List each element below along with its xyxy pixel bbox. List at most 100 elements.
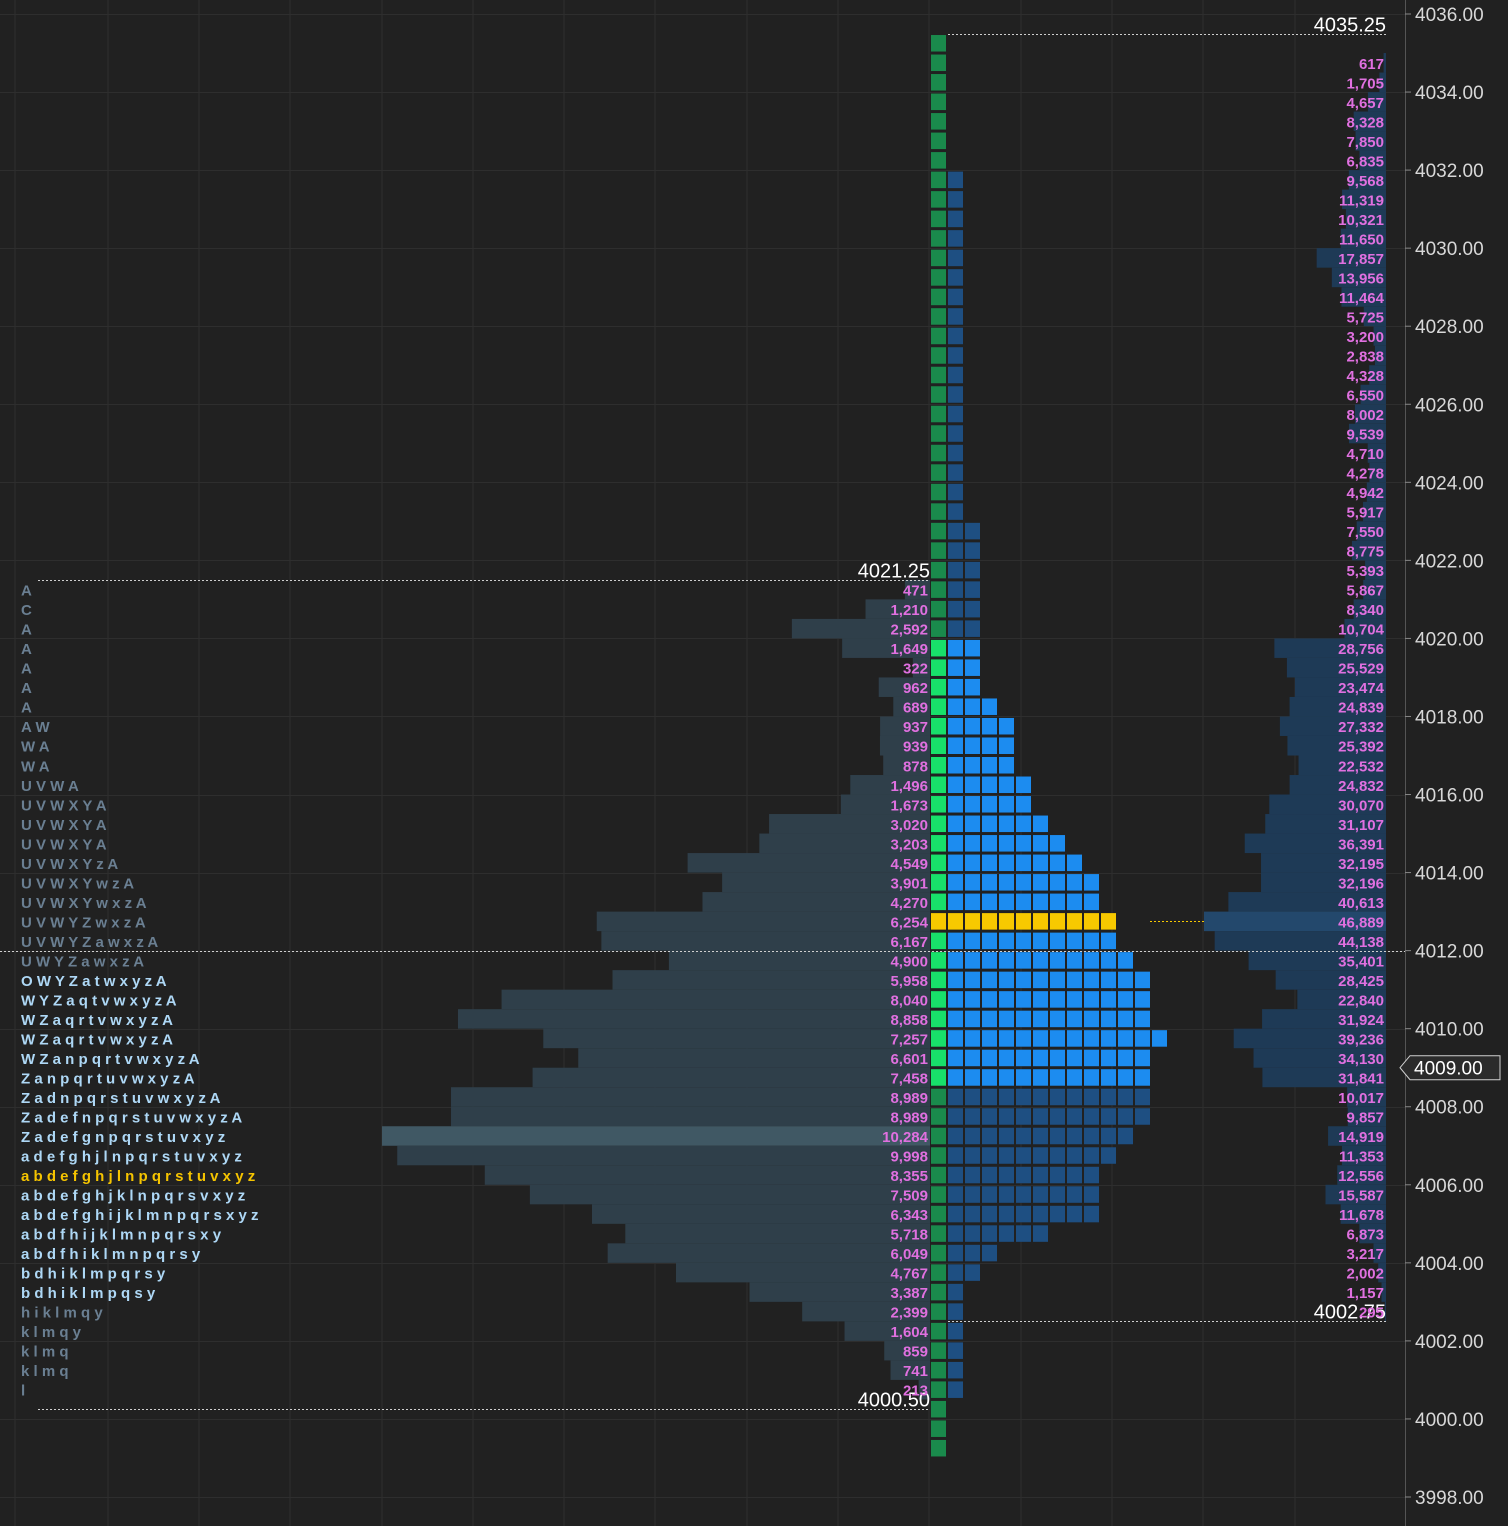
right-volume-labels: 617 1,705 4,657 8,328 7,850 6,835 9,568 11,319 1… [1338, 56, 1385, 1322]
tpo-block [1084, 1186, 1099, 1203]
left-volume-bar [592, 1204, 930, 1224]
tpo-block [948, 405, 963, 423]
tpo-letter-row: W Y Z a q t v w x y z A [21, 992, 177, 1009]
tpo-letter-row: U V W X Y w z A [21, 875, 134, 892]
tpo-block [1033, 854, 1048, 872]
tpo-block [948, 308, 963, 325]
right-volume-label: 11,650 [1339, 231, 1384, 248]
tpo-block [1033, 1225, 1048, 1242]
tpo-block-initial [931, 132, 946, 150]
tpo-block [948, 1049, 963, 1067]
tpo-block [1050, 991, 1065, 1008]
tpo-letter-row: Z a d e f n p q r s t u v w x y z A [21, 1109, 242, 1126]
tpo-block [999, 874, 1014, 891]
tpo-block-initial [931, 620, 946, 637]
tpo-letter-row: a d e f g h j l n p q r s t u v x y z [21, 1149, 242, 1166]
tpo-block [948, 483, 963, 501]
tpo-block [948, 659, 963, 676]
tpo-block [1050, 1186, 1065, 1203]
axis-tick-label: 4002.00 [1415, 1332, 1484, 1353]
tpo-letter-row: A [21, 641, 32, 658]
tpo-block [965, 542, 980, 559]
tpo-block [1050, 1049, 1065, 1067]
tpo-block [999, 796, 1014, 813]
right-volume-label: 24,832 [1338, 778, 1384, 795]
right-volume-label: 32,195 [1338, 856, 1384, 873]
tpo-letter-row: k l m q [21, 1344, 69, 1361]
tpo-letter-row: U V W X Y z A [21, 856, 118, 873]
tpo-block [1016, 1088, 1031, 1106]
tpo-letter-row: U W Y Z a w x z A [21, 953, 144, 970]
tpo-block-initial [931, 93, 946, 111]
tpo-block-initial [931, 1264, 946, 1281]
tpo-block-initial [931, 1049, 946, 1067]
tpo-block [1016, 1225, 1031, 1242]
tpo-letter-row: A [21, 622, 32, 639]
right-volume-label: 13,956 [1338, 270, 1384, 287]
tpo-block [982, 1049, 997, 1067]
tpo-block-initial [931, 698, 946, 715]
tpo-block-initial [931, 1147, 946, 1164]
tpo-block-initial [931, 210, 946, 228]
tpo-letter-row: U V W Y Z w x z A [21, 914, 146, 931]
right-volume-label: 14,919 [1338, 1129, 1384, 1146]
tpo-block [999, 1147, 1014, 1164]
right-volume-label: 5,393 [1346, 563, 1384, 580]
tpo-block [999, 1108, 1014, 1125]
tpo-block [999, 717, 1014, 735]
tpo-block [982, 952, 997, 969]
tpo-block [1118, 1108, 1133, 1125]
tpo-block [1084, 1147, 1099, 1164]
tpo-block [1101, 1127, 1116, 1145]
tpo-block [1118, 1127, 1133, 1145]
right-volume-label: 15,587 [1338, 1188, 1384, 1205]
tpo-letter-row: a b d e f g h j k l n p q r s v x y z [21, 1188, 245, 1205]
right-volume-label: 10,704 [1338, 622, 1385, 639]
left-volume-label: 7,257 [890, 1031, 928, 1048]
tpo-block [999, 991, 1014, 1008]
left-volume-label: 3,020 [890, 817, 928, 834]
right-volume-label: 9,568 [1346, 173, 1384, 190]
tpo-block [1050, 952, 1065, 969]
right-volume-label: 8,328 [1346, 114, 1384, 131]
tpo-block [965, 717, 980, 735]
tpo-block-initial [931, 347, 946, 364]
axis-tick-label: 4024.00 [1415, 473, 1484, 494]
tpo-block [965, 620, 980, 637]
tpo-letter-row: Z a d e f g n p q r s t u v x y z [21, 1129, 225, 1146]
tpo-block-initial [931, 757, 946, 774]
price-axis[interactable]: 4036.00 4034.00 4032.00 4030.00 4028.00 4026.… [1399, 5, 1501, 1509]
right-volume-label: 34,130 [1338, 1051, 1384, 1068]
tpo-block [948, 717, 963, 735]
tpo-block [948, 503, 963, 520]
left-volume-label: 8,040 [890, 992, 928, 1009]
tpo-block-initial [931, 1420, 946, 1437]
right-volume-label: 4,328 [1346, 368, 1384, 385]
tpo-block [1067, 932, 1082, 950]
left-volume-label: 3,203 [890, 836, 928, 853]
left-volume-bar [601, 931, 930, 951]
axis-tick-label: 4022.00 [1415, 551, 1484, 572]
market-profile-chart: 4035.254002.754021.254000.50 ACAAAAAA WW… [0, 0, 1501, 1526]
tpo-block [965, 835, 980, 852]
tpo-block [1033, 1030, 1048, 1047]
tpo-block [1016, 1010, 1031, 1028]
tpo-block [1067, 1186, 1082, 1203]
tpo-block-initial [931, 308, 946, 325]
tpo-block [999, 1166, 1014, 1184]
tpo-block [948, 1088, 963, 1106]
tpo-block [999, 1225, 1014, 1242]
tpo-block [1118, 991, 1133, 1008]
right-volume-label: 3,217 [1346, 1246, 1384, 1263]
tpo-letter-row: C [21, 602, 32, 619]
left-volume-label: 6,343 [890, 1207, 928, 1224]
right-volume-label: 8,340 [1346, 602, 1384, 619]
tpo-block-initial [931, 1205, 946, 1223]
left-volume-label: 8,858 [890, 1012, 928, 1029]
right-volume-label: 22,840 [1338, 992, 1384, 1009]
tpo-block [1033, 971, 1048, 989]
tpo-block [1033, 815, 1048, 833]
tpo-block [965, 1225, 980, 1242]
tpo-block [1016, 971, 1031, 989]
tpo-block [1016, 835, 1031, 852]
